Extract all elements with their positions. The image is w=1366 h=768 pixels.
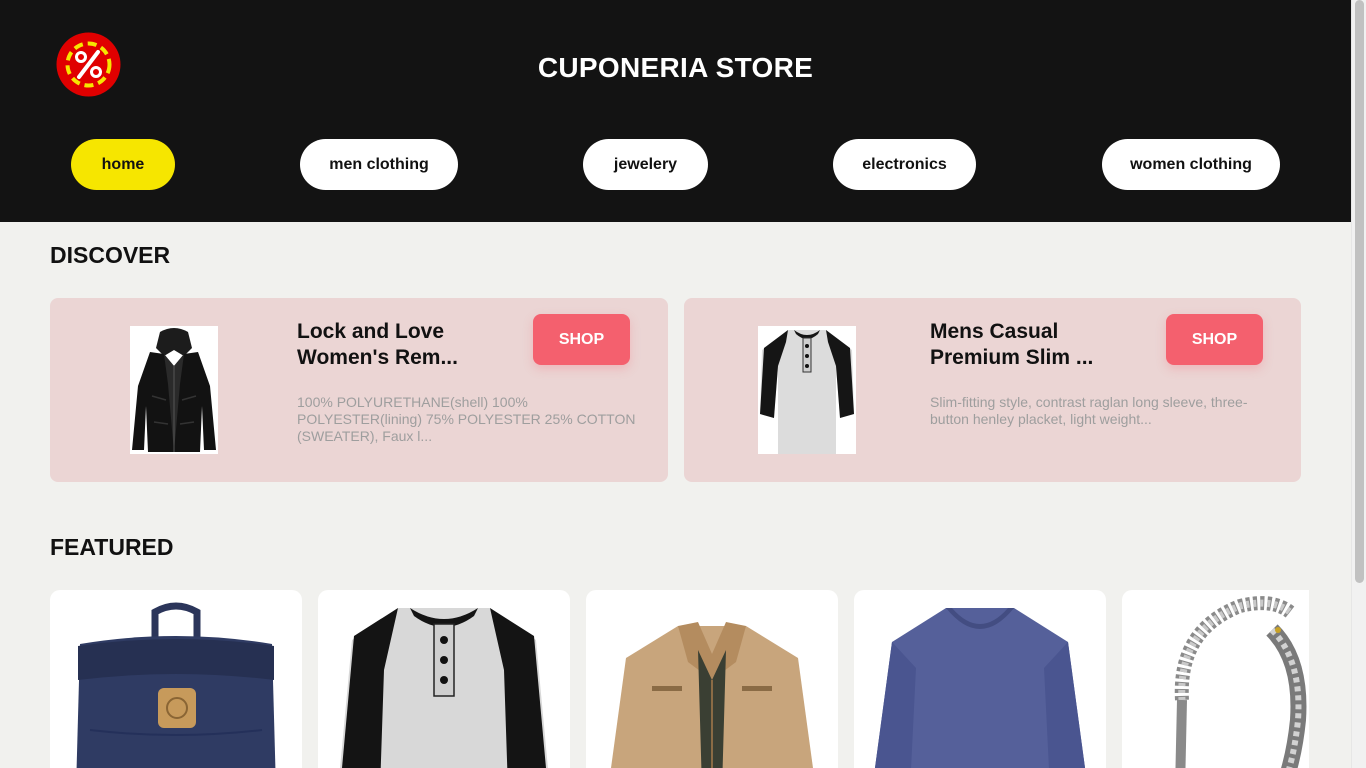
discover-product-description: 100% POLYURETHANE(shell) 100% POLYESTER(… <box>297 394 636 444</box>
shop-button[interactable]: SHOP <box>1166 314 1263 365</box>
featured-carousel <box>50 590 1309 768</box>
henley-shirt-image <box>340 608 548 768</box>
nav-home[interactable]: home <box>71 139 175 190</box>
discover-product-description: Slim-fitting style, contrast raglan long… <box>930 394 1248 427</box>
discover-product-name[interactable]: Mens Casual Premium Slim ... <box>930 319 1145 371</box>
site-title: CUPONERIA STORE <box>537 52 814 83</box>
nav-jewelery[interactable]: jewelery <box>583 139 708 190</box>
cotton-jacket-image <box>611 622 813 768</box>
discover-card[interactable]: Lock and Love Women's Rem... 100% POLYUR… <box>50 298 668 482</box>
featured-card-jacket[interactable] <box>586 590 838 768</box>
discover-heading: DISCOVER <box>50 242 171 268</box>
featured-card-tshirt[interactable] <box>854 590 1106 768</box>
shop-button[interactable]: SHOP <box>533 314 630 365</box>
henley-shirt-image[interactable] <box>758 326 856 454</box>
nav-men-clothing[interactable]: men clothing <box>300 139 458 190</box>
featured-card-henley[interactable] <box>318 590 570 768</box>
page-scrollbar[interactable] <box>1351 0 1366 768</box>
nav-women-clothing[interactable]: women clothing <box>1102 139 1280 190</box>
dragon-bracelet-image <box>1174 596 1307 768</box>
discover-card[interactable]: Mens Casual Premium Slim ... Slim-fittin… <box>684 298 1301 482</box>
featured-card-bracelet[interactable] <box>1122 590 1309 768</box>
nav-electronics[interactable]: electronics <box>833 139 976 190</box>
discover-product-name[interactable]: Lock and Love Women's Rem... <box>297 319 512 371</box>
featured-card-backpack[interactable] <box>50 590 302 768</box>
featured-heading: FEATURED <box>50 534 174 560</box>
leather-jacket-image[interactable] <box>130 326 218 454</box>
slim-fit-tshirt-image <box>874 608 1086 768</box>
backpack-image <box>76 602 276 768</box>
scrollbar-thumb[interactable] <box>1355 0 1364 583</box>
site-header: CUPONERIA STORE home men clothing jewele… <box>0 0 1351 222</box>
